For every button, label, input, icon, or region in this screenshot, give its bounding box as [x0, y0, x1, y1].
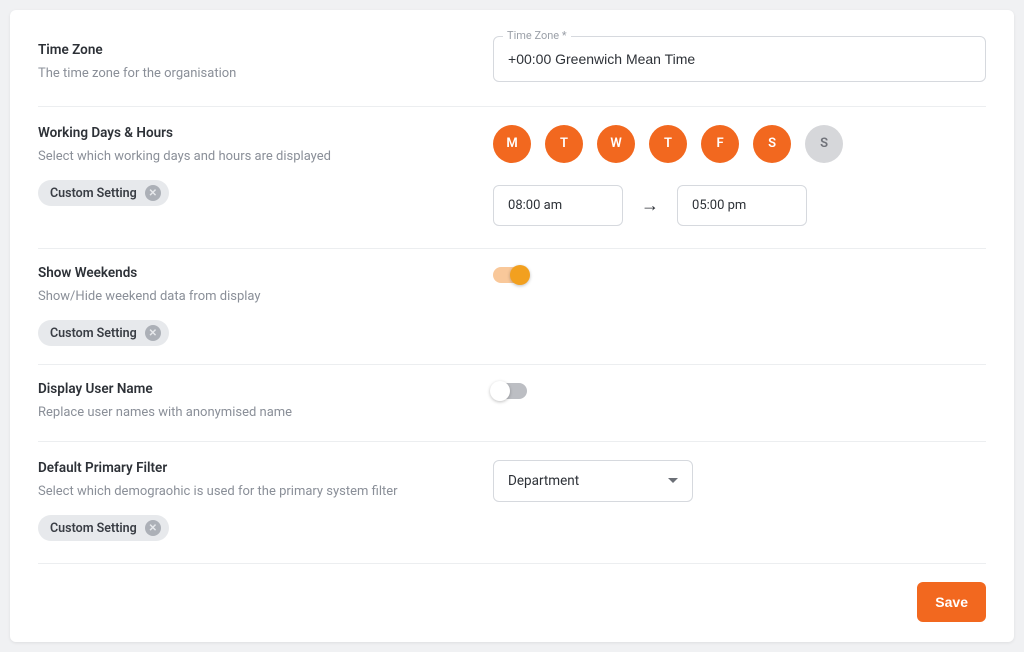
- timezone-label: Time Zone *: [503, 29, 571, 42]
- day-toggle-0[interactable]: M: [493, 125, 531, 163]
- save-wrap: Save: [917, 582, 986, 622]
- primary-filter-select[interactable]: Department: [493, 460, 693, 502]
- show-weekends-title: Show Weekends: [38, 265, 473, 281]
- arrow-right-icon: →: [641, 195, 659, 216]
- row-show-weekends: Show Weekends Show/Hide weekend data fro…: [38, 249, 986, 366]
- day-toggle-3[interactable]: T: [649, 125, 687, 163]
- day-toggle-2[interactable]: W: [597, 125, 635, 163]
- display-username-title: Display User Name: [38, 381, 473, 397]
- close-icon[interactable]: ✕: [145, 325, 161, 341]
- toggle-knob: [510, 265, 530, 285]
- close-icon[interactable]: ✕: [145, 185, 161, 201]
- row-timezone: Time Zone The time zone for the organisa…: [38, 34, 986, 107]
- time-range: 08:00 am → 05:00 pm: [493, 185, 986, 226]
- end-time-input[interactable]: 05:00 pm: [677, 185, 807, 226]
- select-value: Department: [508, 473, 579, 489]
- timezone-title: Time Zone: [38, 42, 473, 58]
- working-days-title: Working Days & Hours: [38, 125, 473, 141]
- display-username-desc: Replace user names with anonymised name: [38, 403, 473, 423]
- timezone-desc: The time zone for the organisation: [38, 64, 473, 84]
- settings-card: Time Zone The time zone for the organisa…: [10, 10, 1014, 642]
- primary-filter-title: Default Primary Filter: [38, 460, 473, 476]
- toggle-knob: [490, 381, 510, 401]
- day-toggle-1[interactable]: T: [545, 125, 583, 163]
- primary-filter-chip[interactable]: Custom Setting ✕: [38, 515, 169, 541]
- day-toggle-4[interactable]: F: [701, 125, 739, 163]
- display-username-toggle[interactable]: [493, 383, 527, 399]
- close-icon[interactable]: ✕: [145, 520, 161, 536]
- chevron-down-icon: [668, 478, 678, 483]
- row-display-username: Display User Name Replace user names wit…: [38, 365, 986, 442]
- start-time-input[interactable]: 08:00 am: [493, 185, 623, 226]
- timezone-input[interactable]: [493, 36, 986, 82]
- row-primary-filter: Default Primary Filter Select which demo…: [38, 442, 986, 565]
- working-days-chip[interactable]: Custom Setting ✕: [38, 180, 169, 206]
- show-weekends-desc: Show/Hide weekend data from display: [38, 287, 473, 307]
- day-toggle-6[interactable]: S: [805, 125, 843, 163]
- row-working-days: Working Days & Hours Select which workin…: [38, 107, 986, 249]
- show-weekends-toggle[interactable]: [493, 267, 527, 283]
- chip-label: Custom Setting: [50, 521, 137, 536]
- chip-label: Custom Setting: [50, 326, 137, 341]
- timezone-field-wrap: Time Zone *: [493, 36, 986, 82]
- chip-label: Custom Setting: [50, 186, 137, 201]
- day-toggle-5[interactable]: S: [753, 125, 791, 163]
- working-days-desc: Select which working days and hours are …: [38, 147, 473, 167]
- day-selector: MTWTFSS: [493, 125, 986, 163]
- show-weekends-chip[interactable]: Custom Setting ✕: [38, 320, 169, 346]
- primary-filter-desc: Select which demograohic is used for the…: [38, 482, 473, 502]
- save-button[interactable]: Save: [917, 582, 986, 622]
